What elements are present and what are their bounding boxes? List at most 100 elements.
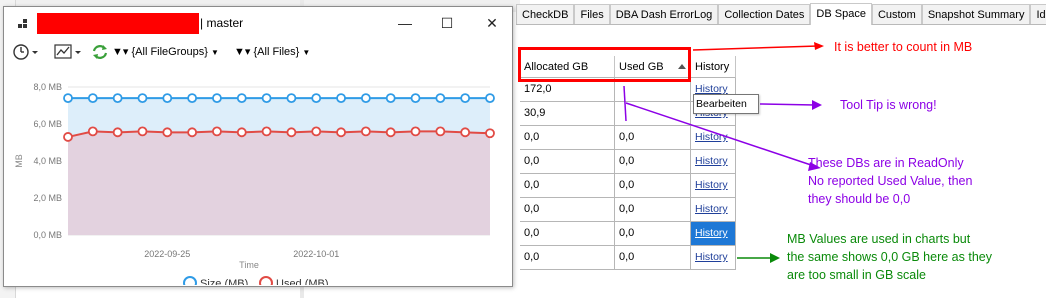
data-point [87,93,98,103]
data-point [360,126,371,137]
tab-strip: CheckDB Files DBA Dash ErrorLog Collection … [516,3,1046,25]
y-tick-label: 4,0 MB [33,156,62,166]
annotation-mb-values-line: are too small in GB scale [787,268,926,283]
data-point [137,93,148,103]
cell-used-gb[interactable] [615,102,691,126]
chart-toolbar: ▼▾ {All FileGroups} ▼ ▼▾ {All Files} ▼ [4,37,512,65]
line-chart-icon [54,44,81,59]
cell-allocated-gb[interactable]: 0,0 [520,150,615,174]
x-tick-label: 2022-10-01 [293,249,339,259]
data-point [236,127,247,138]
data-point [410,126,421,137]
tab-checkdb[interactable]: CheckDB [516,4,575,24]
tab-collection-dates[interactable]: Collection Dates [718,4,811,24]
cell-allocated-gb[interactable]: 0,0 [520,222,615,246]
data-point [63,93,73,103]
cell-allocated-gb[interactable]: 0,0 [520,198,615,222]
annotation-tooltip: Tool Tip is wrong! [840,98,937,112]
y-tick-label: 0,0 MB [33,230,62,240]
cell-used-gb[interactable]: 0,0 [615,126,691,150]
cell-allocated-gb[interactable]: 0,0 [520,174,615,198]
clock-icon [13,44,38,60]
data-point [311,93,322,103]
legend-marker [183,276,197,285]
tab-identi[interactable]: Identi [1030,4,1046,24]
x-axis-label: Time [239,260,259,270]
y-tick-label: 2,0 MB [33,193,62,203]
window-titlebar[interactable]: | master — ☐ ✕ [4,7,512,37]
data-point [87,126,98,137]
cell-allocated-gb[interactable]: 0,0 [520,126,615,150]
data-point [435,93,446,103]
data-point [286,93,297,103]
tooltip: Bearbeiten [693,94,759,114]
refresh-button[interactable] [90,43,110,61]
tab-snapshot-summary[interactable]: Snapshot Summary [921,4,1031,24]
history-link[interactable]: History [691,222,736,246]
data-point [236,93,247,103]
data-point [336,127,346,138]
data-point [162,127,173,138]
chevron-down-icon: ▼ [210,48,219,57]
data-point [385,93,396,103]
chevron-down-icon: ▼ [302,48,311,57]
y-tick-label: 6,0 MB [33,119,62,129]
cell-used-gb[interactable]: 0,0 [615,246,691,270]
filegroups-filter[interactable]: ▼▾ {All FileGroups} ▼ [112,43,227,61]
history-link[interactable]: History [691,246,736,270]
annotation-readonly-line: No reported Used Value, then [808,174,973,189]
tab-dba-dash-errorlog[interactable]: DBA Dash ErrorLog [609,4,719,24]
refresh-icon [92,45,108,59]
history-link[interactable]: History [691,126,736,150]
data-point [485,128,495,139]
close-button[interactable]: ✕ [481,13,503,33]
legend-marker [259,276,273,285]
data-point [286,127,297,138]
data-point [485,93,495,103]
cell-used-gb[interactable]: 0,0 [615,222,691,246]
tab-files[interactable]: Files [574,4,610,24]
cell-allocated-gb[interactable]: 30,9 [520,102,615,126]
filter-icon: ▼▾ [234,46,251,58]
chart-type-dropdown[interactable] [54,43,88,61]
cell-used-gb[interactable]: 0,0 [615,150,691,174]
data-point [336,93,346,103]
data-point [187,93,198,103]
filegroups-filter-label: {All FileGroups} [131,46,208,58]
chart-window: | master — ☐ ✕ ▼▾ {All FileGroups} ▼ ▼▾ … [3,6,513,287]
y-tick-label: 8,0 MB [33,82,62,92]
annotation-mb-values: MB Values are used in charts but the sam… [787,230,992,284]
annotation-readonly: These DBs are in ReadOnly No reported Us… [808,154,972,208]
app-icon [18,19,27,28]
window-title: | master [200,16,244,30]
data-point [137,126,148,137]
minimize-button[interactable]: — [394,13,416,33]
column-header-history[interactable]: History [691,56,736,78]
redacted-server-name [37,13,199,34]
history-link[interactable]: History [691,150,736,174]
tab-custom[interactable]: Custom [871,4,922,24]
annotation-readonly-line: they should be 0,0 [808,192,911,207]
history-link[interactable]: History [691,198,736,222]
annotation-mb-values-line: MB Values are used in charts but [787,232,971,246]
cell-allocated-gb[interactable]: 0,0 [520,246,615,270]
x-tick-label: 2022-09-25 [144,249,190,259]
tab-db-space[interactable]: DB Space [810,3,872,25]
data-point [311,126,322,137]
maximize-button[interactable]: ☐ [436,13,458,33]
legend-label: Used (MB) [276,278,329,285]
area-used-mb- [68,131,490,235]
files-filter[interactable]: ▼▾ {All Files} ▼ [234,43,324,61]
cell-used-gb[interactable]: 0,0 [615,198,691,222]
filter-icon: ▼▾ [112,46,129,58]
data-point [212,126,222,137]
time-range-dropdown[interactable] [12,43,50,61]
arrow-tooltip [759,103,816,106]
history-link[interactable]: History [691,174,736,198]
data-point [435,126,446,137]
cell-used-gb[interactable]: 0,0 [615,174,691,198]
db-space-chart: 0,0 MB 2,0 MB 4,0 MB 6,0 MB 8,0 MB 2022-09-25… [14,82,495,285]
data-point [460,127,471,138]
data-point [385,127,396,138]
data-point [187,127,198,138]
